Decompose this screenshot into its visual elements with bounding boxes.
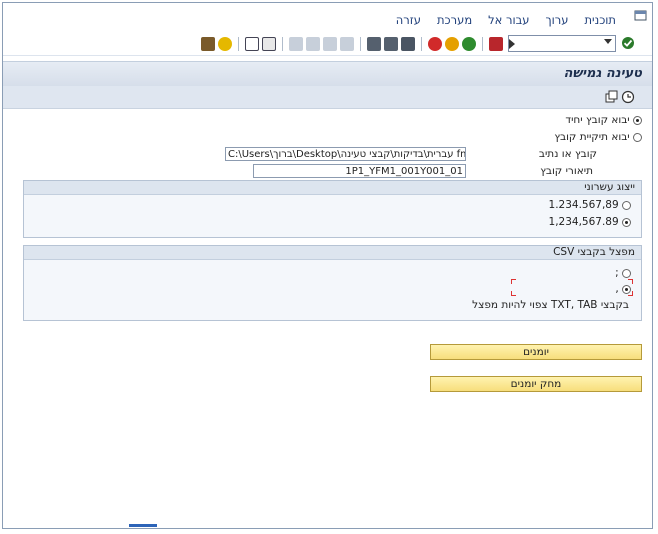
menu-edit[interactable]: ערוך bbox=[545, 13, 568, 27]
toolbar-separator bbox=[421, 37, 422, 51]
toolbar-icons bbox=[201, 36, 515, 52]
decimal-option-2[interactable]: 1,234,567.89 bbox=[549, 216, 631, 228]
toolbar-separator bbox=[282, 37, 283, 51]
help-icon[interactable] bbox=[218, 37, 232, 51]
file-desc-label: תיאורי קובץ bbox=[540, 165, 593, 177]
create-session-icon[interactable] bbox=[245, 37, 259, 51]
dropdown-arrow-icon[interactable] bbox=[604, 39, 612, 44]
focus-corner bbox=[628, 291, 633, 296]
group-header: מפצל בקבצי CSV bbox=[24, 246, 641, 260]
radio-button[interactable] bbox=[622, 217, 631, 227]
exit-icon[interactable] bbox=[445, 37, 459, 51]
option-label: יבוא קובץ יחיד bbox=[565, 114, 630, 126]
focus-corner bbox=[628, 279, 633, 284]
first-page-icon[interactable] bbox=[289, 37, 303, 51]
menu-help[interactable]: עזרה bbox=[396, 13, 421, 27]
group-title: מפצל בקבצי CSV bbox=[553, 246, 635, 258]
enter-check-icon[interactable] bbox=[621, 36, 635, 50]
radio-button[interactable] bbox=[622, 200, 631, 210]
toolbar-separator bbox=[482, 37, 483, 51]
file-path-label: קובץ או נתיב bbox=[538, 148, 597, 160]
option-label: 1.234.567,89 bbox=[548, 199, 619, 211]
option-label: ; bbox=[615, 267, 619, 279]
back-icon[interactable] bbox=[462, 37, 476, 51]
file-desc-input[interactable]: 1P1_YFM1_001Y001_01 bbox=[253, 164, 466, 178]
execute-icon[interactable] bbox=[621, 90, 635, 104]
layout-menu-icon[interactable] bbox=[201, 37, 215, 51]
find-icon[interactable] bbox=[384, 37, 398, 51]
system-menu-icon[interactable] bbox=[634, 10, 648, 22]
menu-program[interactable]: תוכנית bbox=[584, 13, 616, 27]
logs-button[interactable]: יומנים bbox=[430, 344, 642, 360]
menu-bar: תוכנית ערוך עבור אל מערכת עזרה bbox=[3, 3, 652, 31]
radio-button[interactable] bbox=[633, 115, 642, 125]
toolbar-separator bbox=[238, 37, 239, 51]
application-toolbar bbox=[3, 86, 652, 109]
radio-button[interactable] bbox=[622, 268, 631, 278]
sap-window: תוכנית ערוך עבור אל מערכת עזרה טעינה גמי… bbox=[2, 2, 653, 529]
menu-goto[interactable]: עבור אל bbox=[488, 13, 529, 27]
title-bar: טעינה גמישה bbox=[3, 61, 652, 87]
csv-option-semicolon[interactable]: ; bbox=[615, 267, 631, 279]
option-import-folder[interactable]: יבוא תיקיית קובץ bbox=[554, 131, 642, 143]
generate-shortcut-icon[interactable] bbox=[262, 37, 276, 51]
collapse-toolbar-icon[interactable] bbox=[509, 39, 515, 49]
csv-note: בקבצי TXT, TAB צפוי להיות מפצל bbox=[472, 299, 629, 311]
group-title: ייצוג עשרוני bbox=[584, 181, 635, 193]
decimal-notation-group: ייצוג עשרוני 1.234.567,89 1,234,567.89 bbox=[23, 180, 642, 238]
cancel-icon[interactable] bbox=[428, 37, 442, 51]
option-label: , bbox=[615, 283, 619, 295]
csv-separator-group: מפצל בקבצי CSV ; , בקבצי TXT, TAB צפוי ל… bbox=[23, 245, 642, 321]
variant-icon[interactable] bbox=[604, 90, 618, 104]
menu-system[interactable]: מערכת bbox=[437, 13, 472, 27]
toolbar-separator bbox=[360, 37, 361, 51]
status-indicator bbox=[129, 524, 157, 527]
option-label: 1,234,567.89 bbox=[548, 216, 619, 228]
delete-logs-button[interactable]: מחק יומנים bbox=[430, 376, 642, 392]
radio-button[interactable] bbox=[633, 132, 642, 142]
option-label: יבוא תיקיית קובץ bbox=[554, 131, 630, 143]
save-icon[interactable] bbox=[489, 37, 503, 51]
group-header: ייצוג עשרוני bbox=[24, 181, 641, 195]
command-field[interactable] bbox=[508, 35, 616, 52]
page-title: טעינה גמישה bbox=[563, 66, 642, 81]
find-next-icon[interactable] bbox=[367, 37, 381, 51]
decimal-option-1[interactable]: 1.234.567,89 bbox=[549, 199, 631, 211]
focus-corner bbox=[511, 291, 516, 296]
option-import-single-file[interactable]: יבוא קובץ יחיד bbox=[565, 114, 642, 126]
previous-page-icon[interactable] bbox=[306, 37, 320, 51]
file-path-input[interactable]: C:\Users\ברוך\Desktop\עברית\בדיקות\קבצי … bbox=[225, 147, 466, 161]
print-icon[interactable] bbox=[401, 37, 415, 51]
next-page-icon[interactable] bbox=[323, 37, 337, 51]
focus-corner bbox=[511, 279, 516, 284]
last-page-icon[interactable] bbox=[340, 37, 354, 51]
